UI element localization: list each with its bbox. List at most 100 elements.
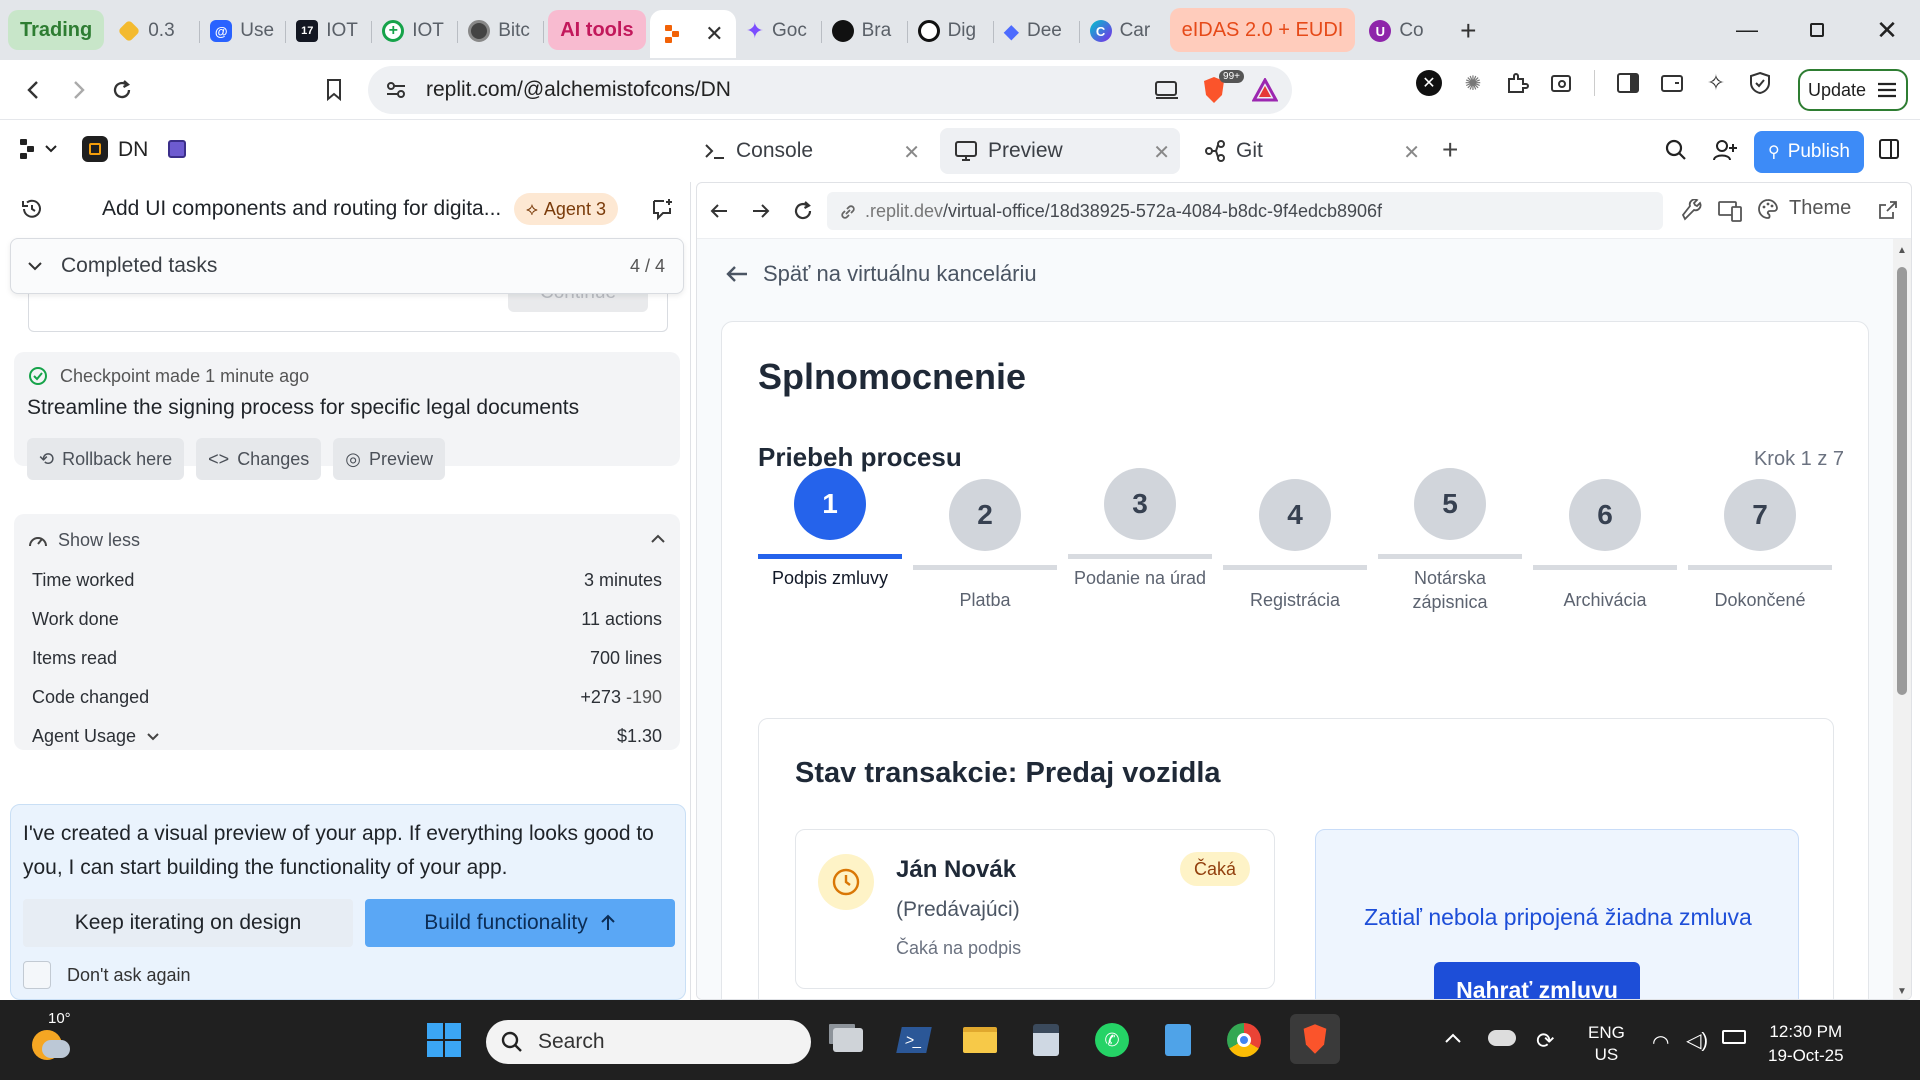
wifi-icon[interactable]: ◠ (1652, 1030, 1669, 1055)
tab-git[interactable]: Git ✕ (1190, 128, 1430, 174)
new-chat-icon[interactable] (650, 197, 674, 221)
dont-ask-again-checkbox[interactable] (23, 961, 51, 989)
maximize-button[interactable] (1782, 0, 1852, 60)
brave-rewards-icon[interactable] (1252, 78, 1278, 102)
preview-forward-icon[interactable] (751, 201, 771, 221)
browser-tab[interactable]: 0.3 (108, 9, 201, 53)
chrome-icon[interactable] (1224, 1020, 1264, 1060)
invite-user-icon[interactable] (1712, 138, 1738, 162)
install-app-icon[interactable] (1154, 79, 1180, 101)
wallet-icon[interactable] (1657, 68, 1687, 98)
task-view-icon[interactable] (828, 1020, 868, 1060)
whatsapp-icon[interactable]: ✆ (1092, 1020, 1132, 1060)
browser-tab-active[interactable]: ✕ (649, 10, 736, 58)
theme-button[interactable]: Theme (1757, 197, 1851, 220)
changes-button[interactable]: <> Changes (196, 438, 322, 480)
rollback-button[interactable]: ⟲ Rollback here (27, 438, 185, 480)
step-5[interactable]: 5 Notárska zápisnica (1378, 468, 1522, 612)
forward-button[interactable] (56, 68, 100, 112)
file-explorer-icon[interactable] (960, 1020, 1000, 1060)
agent-usage-toggle[interactable]: Agent Usage (32, 726, 160, 747)
preview-reload-icon[interactable] (791, 199, 815, 223)
search-icon[interactable] (1664, 138, 1688, 162)
browser-tab[interactable]: U Co (1359, 9, 1443, 53)
close-tab-icon[interactable]: ✕ (1153, 140, 1170, 165)
window-close-button[interactable]: ✕ (1852, 0, 1920, 60)
brave-browser-icon[interactable] (1290, 1014, 1340, 1064)
project-name[interactable]: DN (118, 138, 148, 162)
powershell-icon[interactable]: >_ (894, 1020, 934, 1060)
vpn-shield-icon[interactable] (1745, 68, 1775, 98)
agent-badge[interactable]: ⟡ Agent 3 (514, 193, 618, 225)
layout-toggle-icon[interactable] (1878, 138, 1900, 160)
x-extension-icon[interactable]: ✕ (1414, 68, 1444, 98)
devtools-wrench-icon[interactable] (1681, 199, 1705, 223)
onedrive-cloud-icon[interactable] (1488, 1030, 1516, 1046)
language-indicator[interactable]: ENG US (1588, 1022, 1625, 1066)
publish-button[interactable]: ⚲ Publish (1754, 131, 1864, 173)
tab-group-trading[interactable]: Trading (8, 10, 105, 50)
site-settings-icon[interactable] (384, 78, 408, 102)
completed-tasks-toggle[interactable]: Completed tasks 4 / 4 (10, 238, 684, 294)
close-tab-icon[interactable]: ✕ (1403, 140, 1420, 165)
reload-button[interactable] (100, 68, 144, 112)
close-tab-icon[interactable]: ✕ (903, 140, 920, 165)
panel-divider[interactable] (690, 182, 691, 1000)
tab-group-eidas[interactable]: eIDAS 2.0 + EUDI (1169, 8, 1356, 52)
scroll-thumb[interactable] (1897, 267, 1907, 695)
replit-menu-button[interactable] (18, 138, 58, 160)
start-button[interactable] (424, 1020, 464, 1060)
preview-url-input[interactable]: .replit.dev/virtual-office/18d38925-572a… (827, 192, 1663, 230)
sync-icon[interactable]: ⟳ (1536, 1028, 1554, 1054)
back-button[interactable] (12, 68, 56, 112)
scroll-up-icon[interactable]: ▲ (1897, 245, 1907, 256)
show-less-toggle[interactable]: Show less (28, 530, 140, 551)
battery-icon[interactable] (1722, 1030, 1746, 1044)
browser-tab[interactable]: + IOT (372, 9, 459, 53)
upload-contract-button[interactable]: Nahrať zmluvu (1434, 962, 1640, 999)
step-2[interactable]: 2 Platba (913, 468, 1057, 610)
puzzle-extensions-icon[interactable] (1502, 68, 1532, 98)
extension-gear-icon[interactable]: ✺ (1458, 68, 1488, 98)
preview-scrollbar[interactable]: ▲ ▼ (1893, 239, 1911, 999)
step-7[interactable]: 7 Dokončené (1688, 468, 1832, 610)
browser-tab[interactable]: Bra (822, 9, 908, 53)
build-functionality-button[interactable]: Build functionality (365, 899, 675, 947)
history-icon[interactable] (20, 197, 44, 221)
step-6[interactable]: 6 Archivácia (1533, 468, 1677, 610)
screenshot-extension-icon[interactable] (1546, 68, 1576, 98)
browser-tab[interactable]: ◆ Dee (994, 9, 1080, 53)
weather-widget[interactable]: 10° (28, 1010, 72, 1062)
preview-checkpoint-button[interactable]: ◎ Preview (333, 438, 445, 480)
step-4[interactable]: 4 Registrácia (1223, 468, 1367, 610)
step-1[interactable]: 1 Podpis zmluvy (758, 468, 902, 588)
close-icon[interactable]: ✕ (705, 21, 723, 47)
chevron-up-icon[interactable] (1444, 1032, 1462, 1044)
tab-preview[interactable]: Preview ✕ (940, 128, 1180, 174)
step-3[interactable]: 3 Podanie na úrad (1068, 468, 1212, 588)
browser-tab[interactable]: ✦ Goc (736, 9, 822, 53)
bookmark-button[interactable] (312, 68, 356, 112)
browser-tab[interactable]: C Car (1080, 9, 1166, 53)
scroll-down-icon[interactable]: ▼ (1897, 986, 1907, 997)
clock[interactable]: 12:30 PM 19-Oct-25 (1768, 1020, 1844, 1068)
minimize-button[interactable]: — (1712, 0, 1782, 60)
back-to-office-link[interactable]: Späť na virtuálnu kanceláriu (725, 261, 1037, 287)
new-tab-button[interactable]: + (1443, 9, 1493, 53)
preview-back-icon[interactable] (709, 201, 729, 221)
browser-tab[interactable]: Bitc (458, 9, 545, 53)
new-tab-button[interactable]: + (1442, 134, 1458, 166)
calculator-icon[interactable] (1026, 1020, 1066, 1060)
chevron-up-icon[interactable] (650, 534, 666, 544)
tab-group-ai-tools[interactable]: AI tools (548, 10, 646, 50)
device-toggle-icon[interactable] (1717, 199, 1743, 223)
browser-tab[interactable]: @ Use (200, 9, 287, 53)
open-external-icon[interactable] (1877, 199, 1899, 221)
browser-tab[interactable]: 17 IOT (286, 9, 373, 53)
volume-icon[interactable]: ◁) (1686, 1028, 1708, 1053)
leo-ai-icon[interactable]: ✧ (1701, 68, 1731, 98)
tab-console[interactable]: Console ✕ (690, 128, 930, 174)
keep-iterating-button[interactable]: Keep iterating on design (23, 899, 353, 947)
browser-tab[interactable]: Dig (908, 9, 994, 53)
notepad-icon[interactable] (1158, 1020, 1198, 1060)
